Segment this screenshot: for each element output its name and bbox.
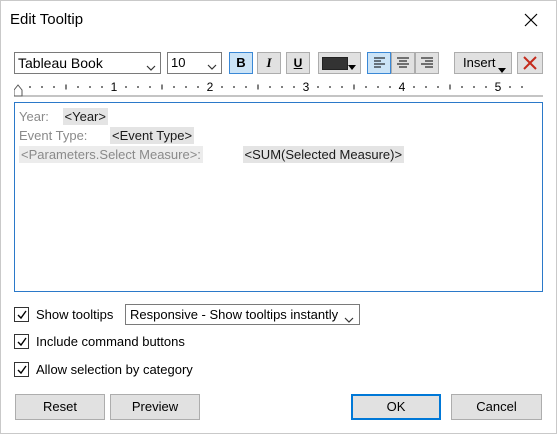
show-tooltips-checkbox[interactable] xyxy=(14,307,29,322)
font-color-button[interactable] xyxy=(318,52,361,74)
dialog-title: Edit Tooltip xyxy=(10,11,84,28)
insert-label: Insert xyxy=(463,55,496,70)
checkmark-icon xyxy=(17,365,27,375)
checkmark-icon xyxy=(17,337,27,347)
measure-field: <SUM(Selected Measure)> xyxy=(242,146,405,163)
font-size-value: 10 xyxy=(171,55,186,70)
dropdown-arrow-icon xyxy=(348,59,356,74)
font-family-value: Tableau Book xyxy=(18,55,103,71)
tooltip-mode-select[interactable]: Responsive - Show tooltips instantly xyxy=(125,304,360,325)
show-tooltips-row: Show tooltips xyxy=(14,307,124,325)
allow-selection-label: Allow selection by category xyxy=(36,362,193,377)
ruler-number: 5 xyxy=(495,80,502,94)
ruler: 1 2 3 4 5 xyxy=(13,77,543,97)
show-tooltips-label: Show tooltips xyxy=(36,307,114,322)
edit-tooltip-dialog: Edit Tooltip Tableau Book 10 B I U Inser… xyxy=(0,0,557,434)
close-icon[interactable] xyxy=(518,7,544,33)
clear-button[interactable] xyxy=(517,52,543,74)
align-center-icon xyxy=(397,57,409,68)
align-right-button[interactable] xyxy=(415,52,439,74)
font-color-swatch xyxy=(322,57,348,70)
chevron-down-icon xyxy=(207,58,217,73)
italic-button[interactable]: I xyxy=(257,52,281,74)
ruler-number: 4 xyxy=(399,80,406,94)
allow-selection-row: Allow selection by category xyxy=(14,362,214,380)
ok-button[interactable]: OK xyxy=(351,394,441,420)
editor-line-event-type: Event Type: <Event Type> xyxy=(19,127,195,144)
reset-button[interactable]: Reset xyxy=(15,394,105,420)
event-type-field: <Event Type> xyxy=(110,127,195,144)
bold-button[interactable]: B xyxy=(229,52,253,74)
checkmark-icon xyxy=(17,310,27,320)
ruler-number: 1 xyxy=(111,80,118,94)
insert-button[interactable]: Insert xyxy=(454,52,512,74)
year-label: Year: xyxy=(19,109,49,124)
include-command-buttons-checkbox[interactable] xyxy=(14,334,29,349)
font-size-select[interactable]: 10 xyxy=(167,52,222,74)
tooltip-mode-value: Responsive - Show tooltips instantly xyxy=(130,307,339,322)
chevron-down-icon xyxy=(344,311,354,324)
cancel-button[interactable]: Cancel xyxy=(451,394,542,420)
editor-line-year: Year: <Year> xyxy=(19,108,108,125)
title-bar: Edit Tooltip xyxy=(1,1,556,39)
font-family-select[interactable]: Tableau Book xyxy=(14,52,161,74)
align-right-icon xyxy=(421,57,433,68)
align-left-button[interactable] xyxy=(367,52,391,74)
align-left-icon xyxy=(374,57,385,68)
clear-x-icon xyxy=(523,56,537,70)
ruler-number: 2 xyxy=(207,80,214,94)
ruler-number: 3 xyxy=(303,80,310,94)
chevron-down-icon xyxy=(146,58,156,73)
align-center-button[interactable] xyxy=(391,52,415,74)
preview-button[interactable]: Preview xyxy=(110,394,200,420)
include-command-buttons-row: Include command buttons xyxy=(14,334,214,352)
year-field: <Year> xyxy=(62,108,108,125)
tooltip-editor[interactable]: Year: <Year> Event Type: <Event Type> <P… xyxy=(14,102,543,292)
editor-line-measure: <Parameters.Select Measure>: <SUM(Select… xyxy=(19,146,405,163)
allow-selection-checkbox[interactable] xyxy=(14,362,29,377)
measure-parameter-label: <Parameters.Select Measure>: xyxy=(19,146,203,163)
include-command-buttons-label: Include command buttons xyxy=(36,334,185,349)
underline-button[interactable]: U xyxy=(286,52,310,74)
event-type-label: Event Type: xyxy=(19,128,88,143)
